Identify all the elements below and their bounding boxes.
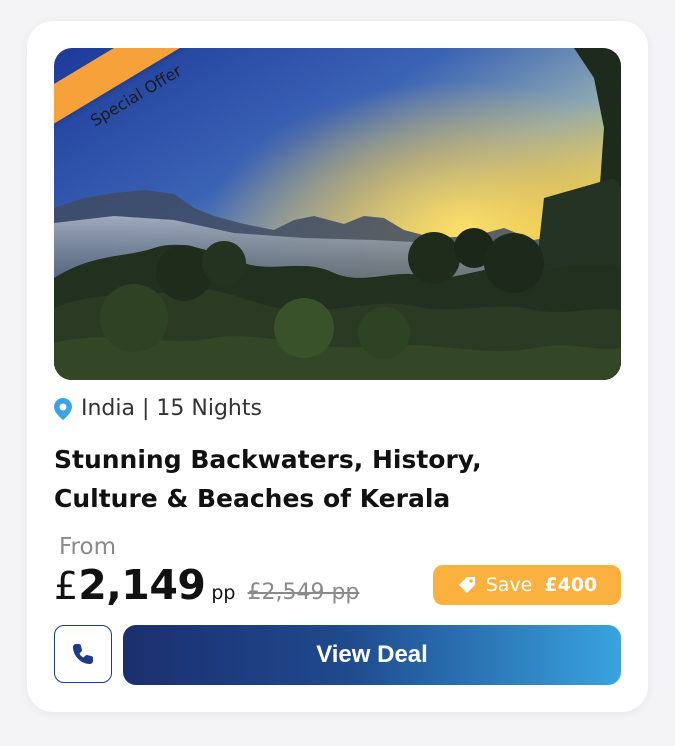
hero-image[interactable]: Special Offer: [54, 48, 621, 380]
deal-title-line: Culture & Beaches of Kerala: [54, 484, 451, 513]
save-label: Save: [485, 574, 533, 596]
save-badge: Save £400: [433, 565, 621, 605]
current-price: 2,149: [78, 561, 206, 609]
from-label: From: [59, 534, 116, 560]
save-amount: £400: [544, 574, 598, 596]
deal-title[interactable]: Stunning Backwaters, History, Culture & …: [54, 440, 554, 518]
location-text: India | 15 Nights: [81, 396, 262, 421]
call-button[interactable]: [54, 625, 112, 683]
price-row: £ 2,149 pp £2,549 pp: [54, 561, 359, 609]
location-info: India | 15 Nights: [54, 396, 262, 421]
map-pin-icon: [54, 397, 72, 420]
currency-symbol: £: [54, 564, 79, 608]
special-offer-ribbon: Special Offer: [54, 48, 274, 178]
view-deal-button[interactable]: View Deal: [123, 625, 621, 685]
price-unit: pp: [211, 582, 236, 604]
deal-title-line: Stunning Backwaters, History,: [54, 445, 482, 474]
tag-icon: [458, 577, 475, 593]
deal-card: Special Offer India | 15 Nights Stunning…: [27, 21, 648, 712]
phone-icon: [73, 644, 93, 664]
old-price: £2,549 pp: [247, 580, 360, 605]
